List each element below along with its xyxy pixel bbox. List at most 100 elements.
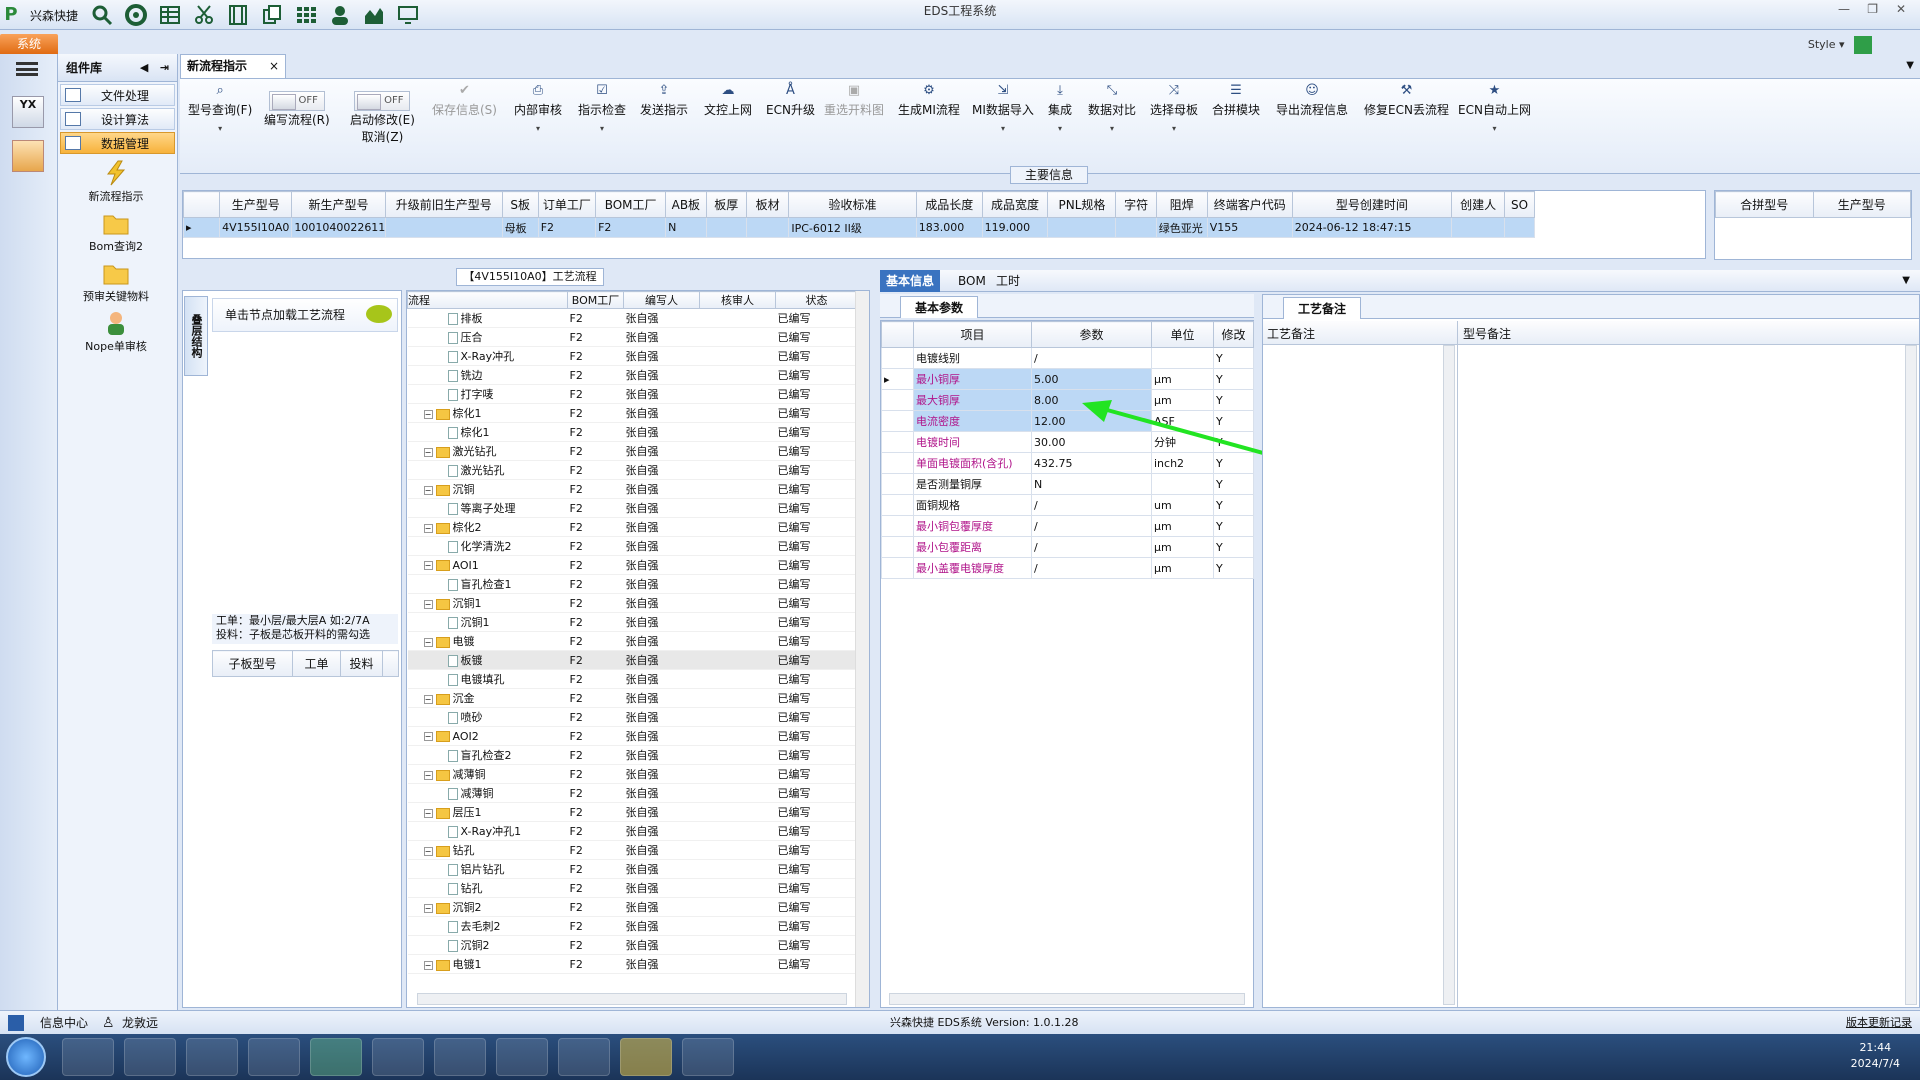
bom-factory-cell[interactable]: F2 [567,308,624,328]
tree-node[interactable]: 喷砂 [407,707,568,727]
tree-row[interactable]: 激光钻孔 F2 张自强 已编写 [407,460,858,480]
reviewer-cell[interactable] [699,308,776,328]
export-flow-info-button[interactable]: ☺ 导出流程信息 [1276,83,1348,118]
status-cell[interactable]: 已编写 [775,821,858,841]
bom-factory-cell[interactable]: F2 [567,783,624,803]
tree-row[interactable]: 钻孔 F2 张自强 已编写 [407,878,858,898]
writer-cell[interactable]: 张自强 [623,498,700,518]
tree-row[interactable]: 沉铜1 F2 张自强 已编写 [407,612,858,632]
launcher-new-flow[interactable]: 新流程指示 [58,160,174,204]
cell[interactable]: F2 [537,217,597,238]
writer-cell[interactable]: 张自强 [623,517,700,537]
cell[interactable]: 4V155I10A0 [219,217,293,238]
tree-horizontal-scrollbar[interactable] [417,993,847,1005]
user-icon[interactable] [328,4,352,26]
tree-node[interactable]: 减薄铜 [407,783,568,803]
status-cell[interactable]: 已编写 [775,935,858,955]
bom-factory-cell[interactable]: F2 [567,498,624,518]
reviewer-cell[interactable] [699,707,776,727]
collapse-toggle-icon[interactable]: − [423,447,433,457]
taskbar-eds-app[interactable] [310,1038,362,1076]
tree-row[interactable]: − 棕化2 F2 张自强 已编写 [407,517,858,537]
taskbar-shell-app[interactable] [62,1038,114,1076]
col-header[interactable]: 单位 [1151,321,1214,348]
model-query-button[interactable]: ⌕ 型号查询(F) ▾ [188,83,252,133]
writer-cell[interactable]: 张自强 [623,555,700,575]
status-cell[interactable]: 已编写 [775,517,858,537]
collapse-toggle-icon[interactable]: − [423,637,433,647]
reviewer-cell[interactable] [699,821,776,841]
reviewer-cell[interactable] [699,327,776,347]
writer-cell[interactable]: 张自强 [623,574,700,594]
bom-factory-cell[interactable]: F2 [567,840,624,860]
mi-data-import-button[interactable]: ⇲ MI数据导入 ▾ [972,83,1034,133]
tree-row[interactable]: 铝片钻孔 F2 张自强 已编写 [407,859,858,879]
tree-node[interactable]: 板镀 [407,650,568,670]
col-header[interactable]: 板材 [745,191,790,218]
collapse-toggle-icon[interactable]: − [423,903,433,913]
reviewer-cell[interactable] [699,555,776,575]
tree-node[interactable]: − 沉铜 [407,479,568,499]
status-cell[interactable]: 已编写 [775,403,858,423]
taskbar-browser-app[interactable] [186,1038,238,1076]
bom-factory-cell[interactable]: F2 [567,631,624,651]
writer-cell[interactable]: 张自强 [623,764,700,784]
toggle-switch[interactable]: OFF [354,91,411,111]
status-cell[interactable]: 已编写 [775,422,858,442]
tree-node[interactable]: 激光钻孔 [407,460,568,480]
calculator-module-icon[interactable] [12,140,44,172]
taskbar-eye2-app[interactable] [682,1038,734,1076]
area-chart-icon[interactable] [362,4,386,26]
param-value-cell[interactable]: / [1031,347,1152,369]
col-header[interactable]: 终端客户代码 [1206,191,1293,218]
tree-node[interactable]: 压合 [407,327,568,347]
col-header[interactable]: 工单 [292,650,341,677]
status-cell[interactable]: 已编写 [775,764,858,784]
toggle-switch[interactable]: OFF [268,91,325,111]
status-cell[interactable]: 已编写 [775,631,858,651]
status-cell[interactable]: 已编写 [775,802,858,822]
tree-row[interactable]: 减薄铜 F2 张自强 已编写 [407,783,858,803]
tree-row[interactable]: 打字唛 F2 张自强 已编写 [407,384,858,404]
tree-node[interactable]: 排板 [407,308,568,328]
cell[interactable]: 183.000 [915,217,983,238]
bom-factory-cell[interactable]: F2 [567,669,624,689]
send-instruction-button[interactable]: ⇪ 发送指示 [640,83,688,118]
writer-cell[interactable]: 张自强 [623,650,700,670]
tree-node[interactable]: 电镀填孔 [407,669,568,689]
col-header[interactable]: 成品长度 [915,191,983,218]
bom-factory-cell[interactable]: F2 [567,764,624,784]
param-value-cell[interactable]: / [1031,557,1152,579]
doc-tab-new-flow[interactable]: 新流程指示 × [180,54,286,78]
taskbar-x-app[interactable] [620,1038,672,1076]
tree-row[interactable]: − 沉金 F2 张自强 已编写 [407,688,858,708]
param-mod-cell[interactable]: Y [1213,515,1254,537]
bom-factory-cell[interactable]: F2 [567,821,624,841]
close-tab-icon[interactable]: × [269,55,279,77]
group-file-processing[interactable]: 文件处理 [60,84,175,106]
collapse-toggle-icon[interactable]: − [423,409,433,419]
ecn-upgrade-button[interactable]: Å ECN升级 [766,83,815,118]
col-header[interactable]: 状态 [775,291,858,309]
writer-cell[interactable]: 张自强 [623,916,700,936]
cell[interactable] [1451,217,1506,238]
cell[interactable] [705,217,747,238]
data-compare-button[interactable]: ⤡ 数据对比 ▾ [1088,83,1136,133]
writer-cell[interactable]: 张自强 [623,536,700,556]
tree-row[interactable]: 排板 F2 张自强 已编写 [407,308,858,328]
tree-node[interactable]: 沉铜1 [407,612,568,632]
bom-factory-cell[interactable]: F2 [567,897,624,917]
col-header[interactable]: 阻焊 [1155,191,1208,218]
writer-cell[interactable]: 张自强 [623,479,700,499]
writer-cell[interactable]: 张自强 [623,422,700,442]
tree-node[interactable]: − 层压1 [407,802,568,822]
process-notes-scrollbar[interactable] [1443,345,1455,1005]
reviewer-cell[interactable] [699,631,776,651]
param-item-cell[interactable]: 单面电镀面积(含孔) [913,452,1032,474]
writer-cell[interactable]: 张自强 [623,821,700,841]
tree-row[interactable]: X-Ray冲孔1 F2 张自强 已编写 [407,821,858,841]
minimize-button[interactable]: — [1838,2,1850,16]
reviewer-cell[interactable] [699,669,776,689]
param-item-cell[interactable]: 电镀线别 [913,347,1032,369]
col-header[interactable]: 成品宽度 [981,191,1049,218]
